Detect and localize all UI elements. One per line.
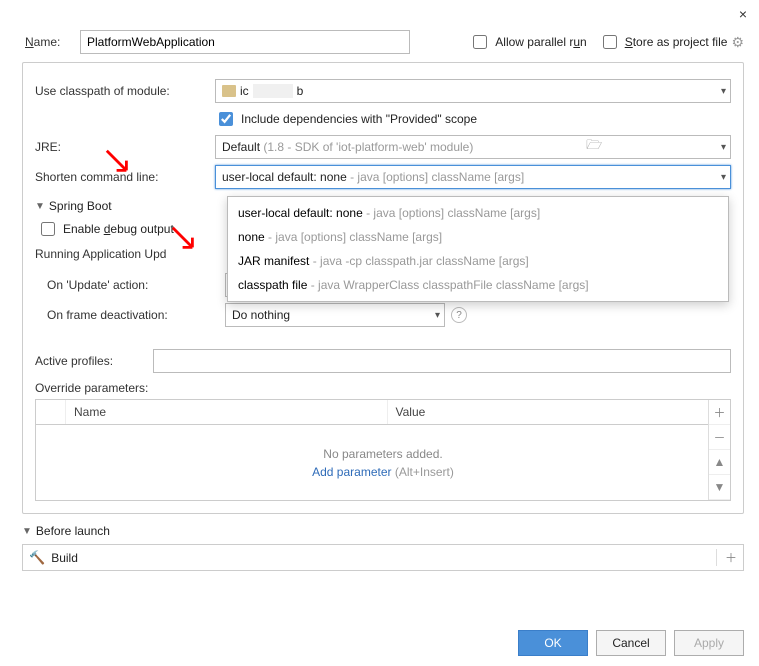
before-launch-list[interactable]: 🔨 Build ＋: [22, 544, 744, 571]
classpath-label: Use classpath of module:: [35, 84, 215, 98]
ok-button[interactable]: OK: [518, 630, 588, 656]
shorten-label: Shorten command line:: [35, 170, 215, 184]
before-launch-section[interactable]: ▼ Before launch: [22, 524, 744, 538]
collapse-icon: ▼: [22, 526, 32, 537]
jre-combo[interactable]: Default (1.8 - SDK of 'iot-platform-web'…: [215, 135, 731, 159]
store-project-label: Store as project file: [625, 35, 728, 49]
store-project-checkbox[interactable]: Store as project file: [599, 32, 728, 52]
close-icon[interactable]: ×: [739, 6, 747, 22]
override-params-table: Name Value No parameters added. Add para…: [35, 399, 731, 501]
chevron-down-icon: ▾: [435, 310, 440, 321]
active-profiles-input[interactable]: [153, 349, 731, 373]
shorten-cmd-combo[interactable]: user-local default: none - java [options…: [215, 165, 731, 189]
down-button[interactable]: ▼: [709, 475, 730, 500]
add-button[interactable]: ＋: [709, 400, 730, 425]
on-frame-combo[interactable]: Do nothing▾: [225, 303, 445, 327]
chevron-down-icon: ▾: [721, 172, 726, 183]
on-update-label: On 'Update' action:: [35, 278, 225, 292]
jre-label: JRE:: [35, 140, 215, 154]
build-item: Build: [51, 551, 78, 565]
gear-icon[interactable]: ⚙: [731, 34, 744, 51]
allow-parallel-checkbox[interactable]: Allow parallel run: [469, 32, 586, 52]
module-icon: [222, 85, 236, 97]
add-task-button[interactable]: ＋: [716, 549, 737, 566]
dropdown-option[interactable]: user-local default: none - java [options…: [228, 201, 728, 225]
col-name[interactable]: Name: [66, 400, 388, 424]
classpath-combo[interactable]: icb ▾: [215, 79, 731, 103]
on-frame-label: On frame deactivation:: [35, 308, 225, 322]
dropdown-option[interactable]: JAR manifest - java -cp classpath.jar cl…: [228, 249, 728, 273]
name-label: Name:: [25, 35, 80, 49]
apply-button: Apply: [674, 630, 744, 656]
dropdown-option[interactable]: classpath file - java WrapperClass class…: [228, 273, 728, 297]
chevron-down-icon: ▾: [721, 86, 726, 97]
override-params-label: Override parameters:: [35, 381, 731, 395]
help-icon[interactable]: ?: [451, 307, 467, 323]
cancel-button[interactable]: Cancel: [596, 630, 666, 656]
browse-icon[interactable]: 🗁: [586, 136, 602, 158]
add-param-link[interactable]: Add parameter: [312, 465, 391, 479]
hammer-icon: 🔨: [29, 550, 45, 566]
include-deps-checkbox[interactable]: Include dependencies with "Provided" sco…: [215, 109, 477, 129]
col-value[interactable]: Value: [388, 400, 709, 424]
shorten-dropdown[interactable]: user-local default: none - java [options…: [227, 196, 729, 302]
collapse-icon: ▼: [35, 201, 45, 212]
dropdown-option[interactable]: none - java [options] className [args]: [228, 225, 728, 249]
remove-button[interactable]: －: [709, 425, 730, 450]
allow-parallel-label: Allow parallel run: [495, 35, 586, 49]
active-profiles-label: Active profiles:: [35, 354, 153, 368]
no-params-text: No parameters added.: [323, 447, 442, 461]
enable-debug-checkbox[interactable]: Enable debug output: [37, 219, 174, 239]
chevron-down-icon: ▾: [721, 142, 726, 153]
up-button[interactable]: ▲: [709, 450, 730, 475]
name-input[interactable]: [80, 30, 410, 54]
